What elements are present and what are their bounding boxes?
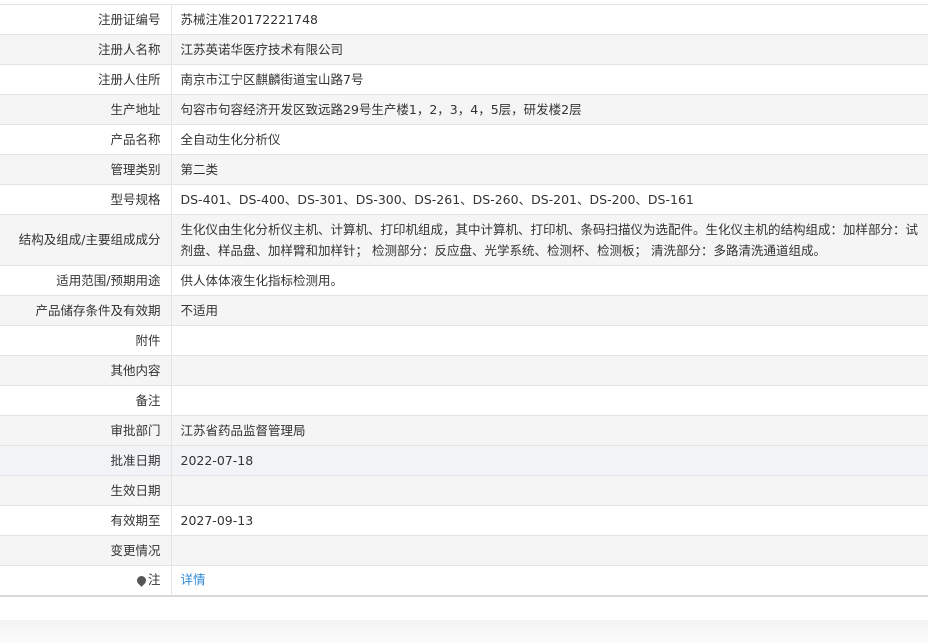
detail-page: 注册证编号 苏械注准20172221748 注册人名称 江苏英诺华医疗技术有限公…: [0, 0, 928, 643]
table-row: 注册证编号 苏械注准20172221748: [0, 4, 928, 35]
field-value-management-category: 第二类: [171, 154, 928, 185]
table-row: 变更情况: [0, 535, 928, 566]
field-label-management-category: 管理类别: [0, 154, 172, 185]
field-value-registrant-address: 南京市江宁区麒麟街道宝山路7号: [171, 64, 928, 95]
field-label-model-spec: 型号规格: [0, 184, 172, 215]
field-value-registrant-name: 江苏英诺华医疗技术有限公司: [171, 34, 928, 65]
table-row: 生效日期: [0, 475, 928, 506]
field-label-remarks: 备注: [0, 385, 172, 416]
table-row: 管理类别 第二类: [0, 154, 928, 185]
field-value-approval-date: 2022-07-18: [171, 445, 928, 476]
field-value-product-name: 全自动生化分析仪: [171, 124, 928, 155]
table-row: 产品名称 全自动生化分析仪: [0, 124, 928, 155]
field-value-remarks: [171, 385, 928, 416]
field-value-storage-conditions: 不适用: [171, 295, 928, 326]
field-value-production-address: 句容市句容经济开发区致远路29号生产楼1，2，3，4，5层，研发楼2层: [171, 94, 928, 125]
field-label-note: 注: [0, 565, 172, 597]
field-label-storage-conditions: 产品储存条件及有效期: [0, 295, 172, 326]
table-row: 批准日期 2022-07-18: [0, 445, 928, 476]
table-row: 适用范围/预期用途 供人体体液生化指标检测用。: [0, 265, 928, 296]
location-pin-icon: [135, 574, 148, 588]
field-value-intended-use: 供人体体液生化指标检测用。: [171, 265, 928, 296]
field-label-product-name: 产品名称: [0, 124, 172, 155]
note-label: 注: [147, 572, 161, 588]
field-label-structure-composition: 结构及组成/主要组成成分: [0, 214, 172, 266]
details-link[interactable]: 详情: [181, 572, 206, 587]
field-value-note: 详情: [171, 565, 928, 597]
field-label-approval-department: 审批部门: [0, 415, 172, 446]
table-row: 注册人名称 江苏英诺华医疗技术有限公司: [0, 34, 928, 65]
field-value-structure-composition: 生化仪由生化分析仪主机、计算机、打印机组成，其中计算机、打印机、条码扫描仪为选配…: [171, 214, 928, 266]
page-bottom-shade: [0, 620, 928, 643]
field-label-valid-until: 有效期至: [0, 505, 172, 536]
field-value-registration-number: 苏械注准20172221748: [171, 4, 928, 35]
field-label-intended-use: 适用范围/预期用途: [0, 265, 172, 296]
field-value-approval-department: 江苏省药品监督管理局: [171, 415, 928, 446]
table-row: 注 详情: [0, 565, 928, 597]
field-value-other-content: [171, 355, 928, 386]
field-value-valid-until: 2027-09-13: [171, 505, 928, 536]
table-row: 有效期至 2027-09-13: [0, 505, 928, 536]
field-label-approval-date: 批准日期: [0, 445, 172, 476]
field-label-registrant-address: 注册人住所: [0, 64, 172, 95]
field-label-production-address: 生产地址: [0, 94, 172, 125]
field-label-change-history: 变更情况: [0, 535, 172, 566]
field-label-registration-number: 注册证编号: [0, 4, 172, 35]
field-value-change-history: [171, 535, 928, 566]
table-row: 审批部门 江苏省药品监督管理局: [0, 415, 928, 446]
table-row: 型号规格 DS-401、DS-400、DS-301、DS-300、DS-261、…: [0, 184, 928, 215]
field-label-effective-date: 生效日期: [0, 475, 172, 506]
table-row: 生产地址 句容市句容经济开发区致远路29号生产楼1，2，3，4，5层，研发楼2层: [0, 94, 928, 125]
registration-detail-table: 注册证编号 苏械注准20172221748 注册人名称 江苏英诺华医疗技术有限公…: [0, 4, 928, 597]
field-value-attachments: [171, 325, 928, 356]
table-row: 备注: [0, 385, 928, 416]
field-label-attachments: 附件: [0, 325, 172, 356]
field-value-effective-date: [171, 475, 928, 506]
table-row: 产品储存条件及有效期 不适用: [0, 295, 928, 326]
table-row: 附件: [0, 325, 928, 356]
field-label-other-content: 其他内容: [0, 355, 172, 386]
table-row: 注册人住所 南京市江宁区麒麟街道宝山路7号: [0, 64, 928, 95]
field-value-model-spec: DS-401、DS-400、DS-301、DS-300、DS-261、DS-26…: [171, 184, 928, 215]
table-row: 结构及组成/主要组成成分 生化仪由生化分析仪主机、计算机、打印机组成，其中计算机…: [0, 214, 928, 266]
field-label-registrant-name: 注册人名称: [0, 34, 172, 65]
table-row: 其他内容: [0, 355, 928, 386]
